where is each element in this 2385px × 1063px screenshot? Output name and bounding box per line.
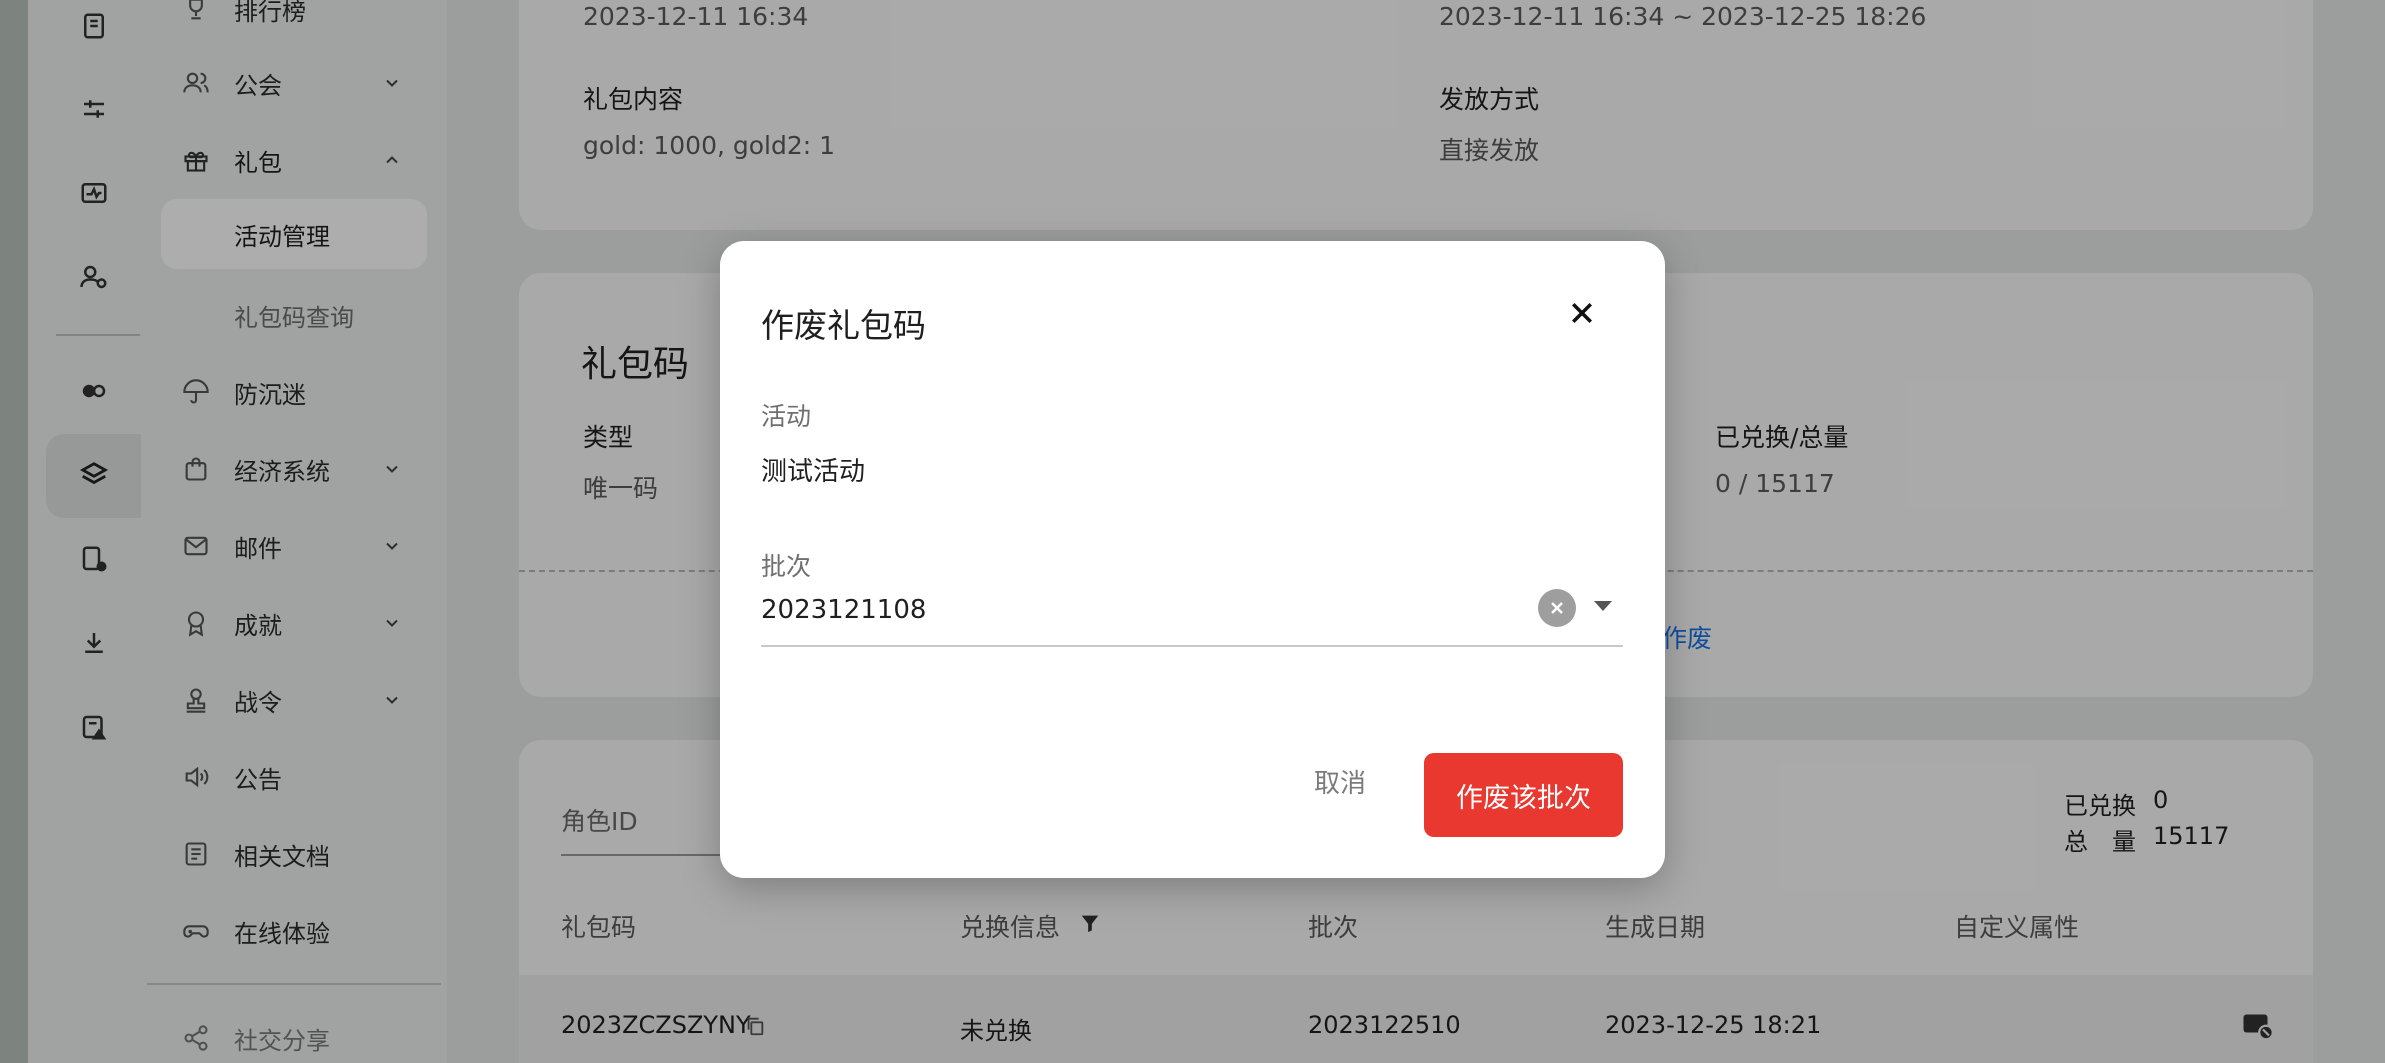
- activity-label: 活动: [761, 402, 812, 431]
- cancel-button[interactable]: 取消: [1285, 751, 1395, 811]
- dialog-title: 作废礼包码: [761, 306, 926, 345]
- batch-select[interactable]: 2023121108: [761, 581, 1623, 647]
- dropdown-arrow-icon[interactable]: [1594, 601, 1612, 611]
- batch-label: 批次: [761, 552, 812, 581]
- clear-icon[interactable]: [1538, 589, 1576, 627]
- close-icon[interactable]: [1562, 293, 1602, 333]
- void-code-dialog: 作废礼包码 活动 测试活动 批次 2023121108 取消 作废该批次: [720, 241, 1665, 878]
- void-batch-button[interactable]: 作废该批次: [1424, 753, 1623, 837]
- activity-value: 测试活动: [761, 457, 866, 487]
- batch-select-value: 2023121108: [761, 595, 927, 625]
- app-root: 排行榜 公会 礼包 活动管理 礼包码查询 防沉迷 经济系统 邮件 成就 战令 公…: [0, 0, 2385, 1063]
